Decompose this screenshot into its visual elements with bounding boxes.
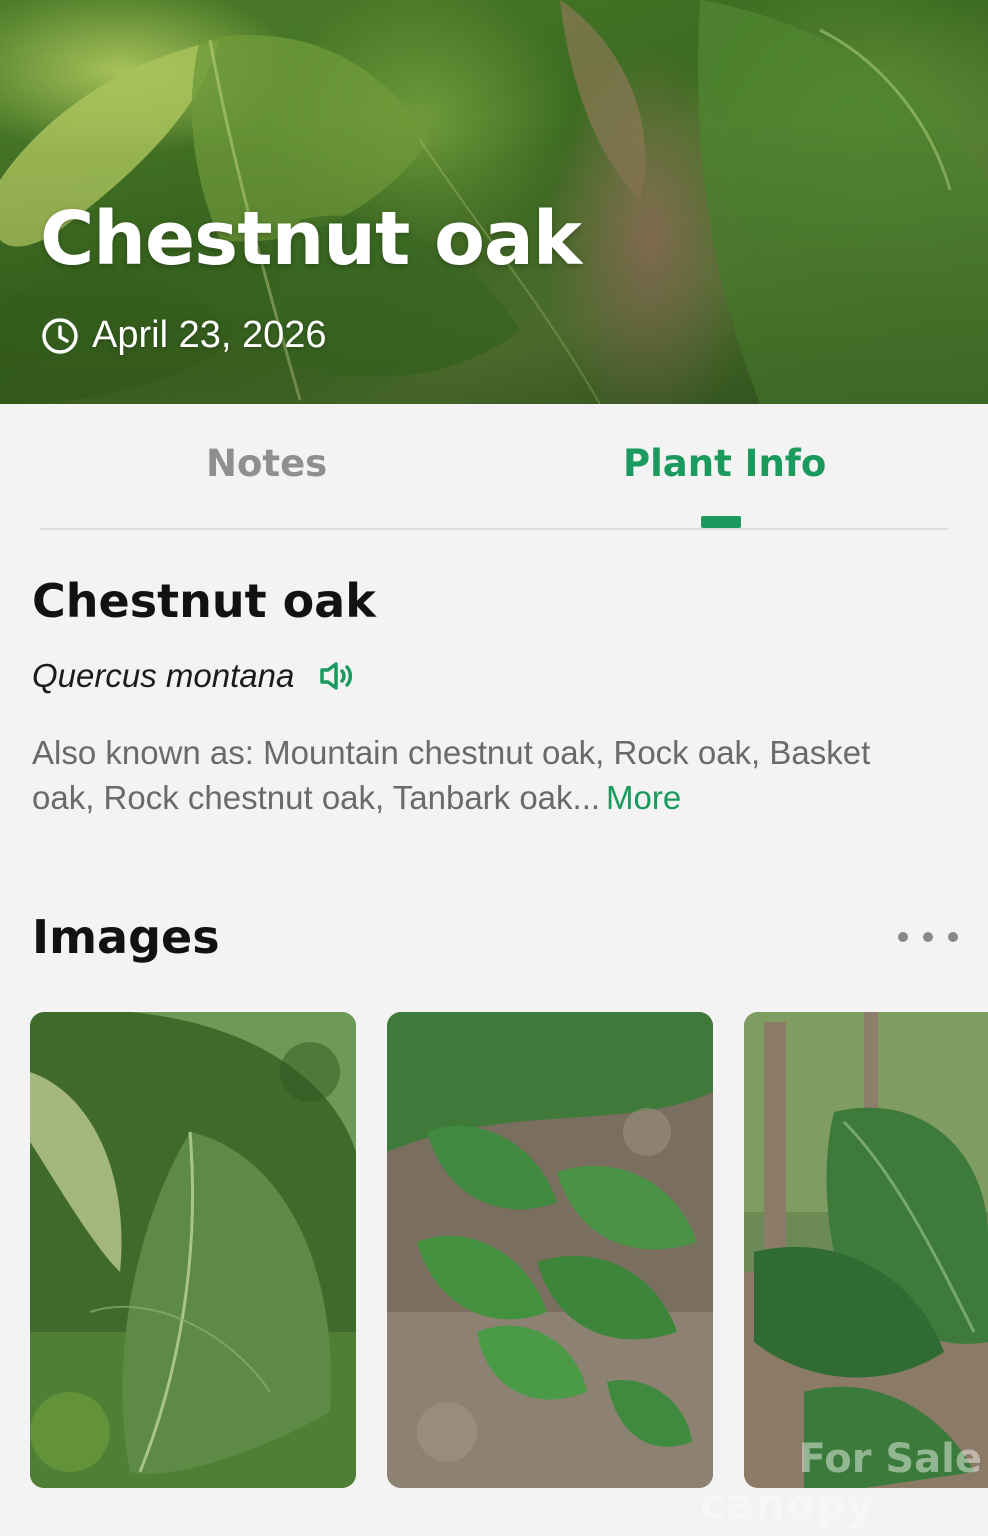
hero-photo: Chestnut oak April 23, 2026 bbox=[0, 0, 988, 404]
hero-title: Chestnut oak bbox=[40, 196, 582, 282]
tab-bar: Notes Plant Info bbox=[40, 404, 948, 530]
image-thumbnail[interactable] bbox=[744, 1012, 988, 1488]
also-known-as-text: Also known as: Mountain chestnut oak, Ro… bbox=[32, 734, 871, 816]
leaf-photo-2 bbox=[387, 1012, 713, 1488]
tab-plant-info[interactable]: Plant Info bbox=[623, 442, 826, 485]
images-heading: Images bbox=[32, 910, 220, 964]
scientific-name: Quercus montana bbox=[32, 657, 295, 694]
also-known-as: Also known as: Mountain chestnut oak, Ro… bbox=[32, 730, 932, 820]
clock-icon bbox=[42, 317, 78, 354]
leaf-photo-1 bbox=[30, 1012, 356, 1488]
observation-date: April 23, 2026 bbox=[92, 314, 327, 356]
more-link[interactable]: More bbox=[606, 779, 681, 816]
hero-date: April 23, 2026 bbox=[40, 314, 327, 357]
plant-detail-screen: Chestnut oak April 23, 2026 Notes Plant … bbox=[0, 0, 988, 1536]
common-name: Chestnut oak bbox=[32, 574, 376, 628]
leaf-photo-3 bbox=[744, 1012, 988, 1488]
scientific-name-row: Quercus montana bbox=[32, 656, 356, 696]
image-thumbnail[interactable] bbox=[387, 1012, 713, 1488]
speaker-icon[interactable] bbox=[316, 656, 356, 696]
image-thumbnail[interactable] bbox=[30, 1012, 356, 1488]
more-horizontal-icon[interactable] bbox=[898, 920, 958, 954]
tab-notes[interactable]: Notes bbox=[206, 442, 327, 485]
active-tab-indicator bbox=[701, 516, 741, 528]
watermark-canopy: canopy 2026 bbox=[700, 1480, 876, 1536]
